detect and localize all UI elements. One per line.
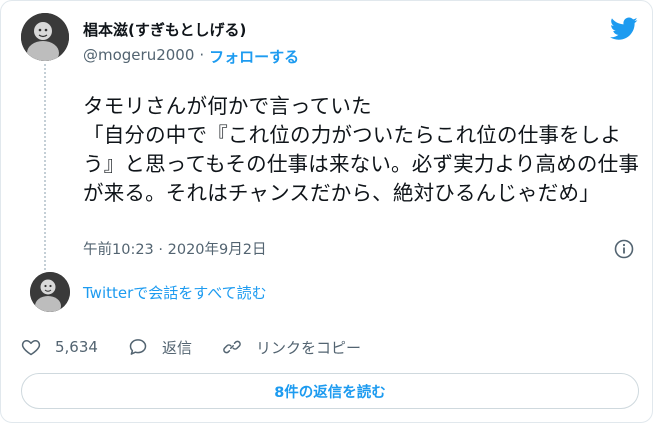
author-name[interactable]: 椙本滋(すぎもとしげる) [83, 19, 246, 40]
tweet-date: 2020年9月2日 [167, 242, 267, 258]
link-icon [223, 340, 241, 354]
tweet-card: 椙本滋(すぎもとしげる) @mogeru2000 · フォローする タモリさんが… [0, 0, 653, 423]
speech-bubble-icon [129, 339, 147, 355]
author-handle[interactable]: @mogeru2000 [83, 46, 194, 67]
twitter-bird-icon[interactable] [610, 17, 638, 41]
copy-link-label: リンクをコピー [255, 338, 361, 357]
read-conversation-link[interactable]: Twitterで会話をすべて読む [83, 282, 267, 303]
author-handle-row: @mogeru2000 · フォローする [83, 46, 299, 67]
tweet-time: 午前10:23 [83, 242, 154, 258]
like-button[interactable]: 5,634 [21, 337, 98, 357]
reply-label: 返信 [161, 338, 192, 357]
avatar-image [21, 13, 69, 61]
avatar-image [30, 272, 70, 312]
handle-separator: · [199, 46, 205, 64]
thread-connector-line [44, 64, 46, 270]
tweet-text: タモリさんが何かで言っていた 「自分の中で『これ位の力がついたらこれ位の仕事をし… [83, 94, 640, 205]
reply-button[interactable]: 返信 [128, 337, 192, 358]
conversation-avatar[interactable] [30, 272, 70, 312]
timestamp-separator: · [158, 242, 164, 258]
heart-icon [21, 340, 41, 356]
info-icon[interactable] [614, 239, 634, 259]
like-count: 5,634 [55, 338, 98, 356]
follow-button[interactable]: フォローする [209, 46, 299, 67]
tweet-actions: 5,634 返信 リンクをコピー [21, 335, 391, 359]
copy-link-button[interactable]: リンクをコピー [222, 337, 361, 358]
read-replies-button[interactable]: 8件の返信を読む [21, 373, 639, 409]
author-avatar[interactable] [21, 13, 69, 61]
tweet-timestamp[interactable]: 午前10:23 · 2020年9月2日 [83, 238, 266, 259]
